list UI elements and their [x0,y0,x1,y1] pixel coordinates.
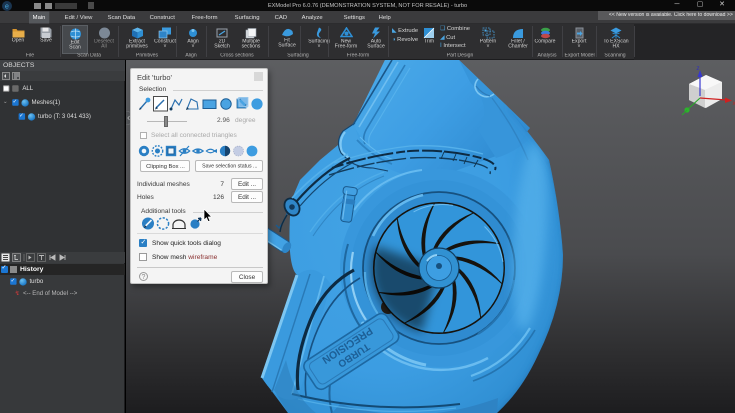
svg-text:e: e [5,4,9,11]
